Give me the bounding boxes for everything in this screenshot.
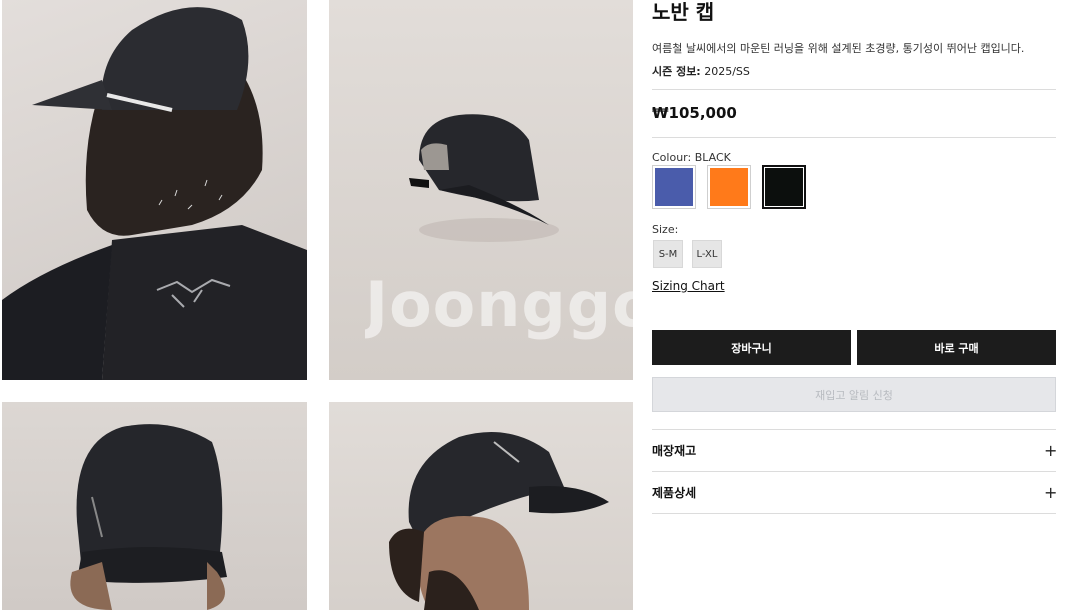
colour-swatch-black[interactable]: [762, 165, 806, 209]
season-info: 시즌 정보: 2025/SS: [652, 63, 750, 79]
accordion-label: 매장재고: [652, 443, 697, 458]
product-photo-back-view[interactable]: [2, 0, 307, 380]
divider: [652, 89, 1056, 90]
product-photo-rear-view[interactable]: [2, 402, 307, 610]
swatch-fill: [710, 168, 748, 206]
divider: [652, 137, 1056, 138]
colour-swatch-orange[interactable]: [707, 165, 751, 209]
colour-swatch-blue[interactable]: [652, 165, 696, 209]
accordion-product-details[interactable]: 제품상세 +: [652, 472, 1058, 512]
restock-alert-button[interactable]: 재입고 알림 신청: [652, 377, 1056, 412]
product-photo-side-view[interactable]: [329, 0, 633, 380]
plus-icon: +: [1044, 440, 1058, 460]
size-option-l-xl[interactable]: L-XL: [692, 240, 722, 268]
product-description: 여름철 날씨에서의 마운틴 러닝을 위해 설계된 초경량, 통기성이 뛰어난 캡…: [652, 42, 1025, 55]
sizing-chart-link[interactable]: Sizing Chart: [652, 279, 725, 293]
swatch-fill: [655, 168, 693, 206]
divider: [652, 513, 1056, 514]
add-to-cart-button[interactable]: 장바구니: [652, 330, 851, 365]
plus-icon: +: [1044, 482, 1058, 502]
colour-label: Colour: BLACK: [652, 151, 731, 164]
product-title: 노반 캡: [652, 0, 715, 24]
swatch-fill: [765, 168, 803, 206]
product-photo-profile-view[interactable]: [329, 402, 633, 610]
accordion-store-stock[interactable]: 매장재고 +: [652, 430, 1058, 470]
product-price: ₩105,000: [652, 104, 737, 122]
buy-now-button[interactable]: 바로 구매: [857, 330, 1056, 365]
season-label: 시즌 정보:: [652, 65, 701, 78]
season-value: 2025/SS: [704, 65, 750, 78]
size-label: Size:: [652, 223, 679, 236]
size-option-s-m[interactable]: S-M: [653, 240, 683, 268]
product-gallery: Joonggonara: [0, 0, 640, 610]
accordion-label: 제품상세: [652, 485, 697, 500]
